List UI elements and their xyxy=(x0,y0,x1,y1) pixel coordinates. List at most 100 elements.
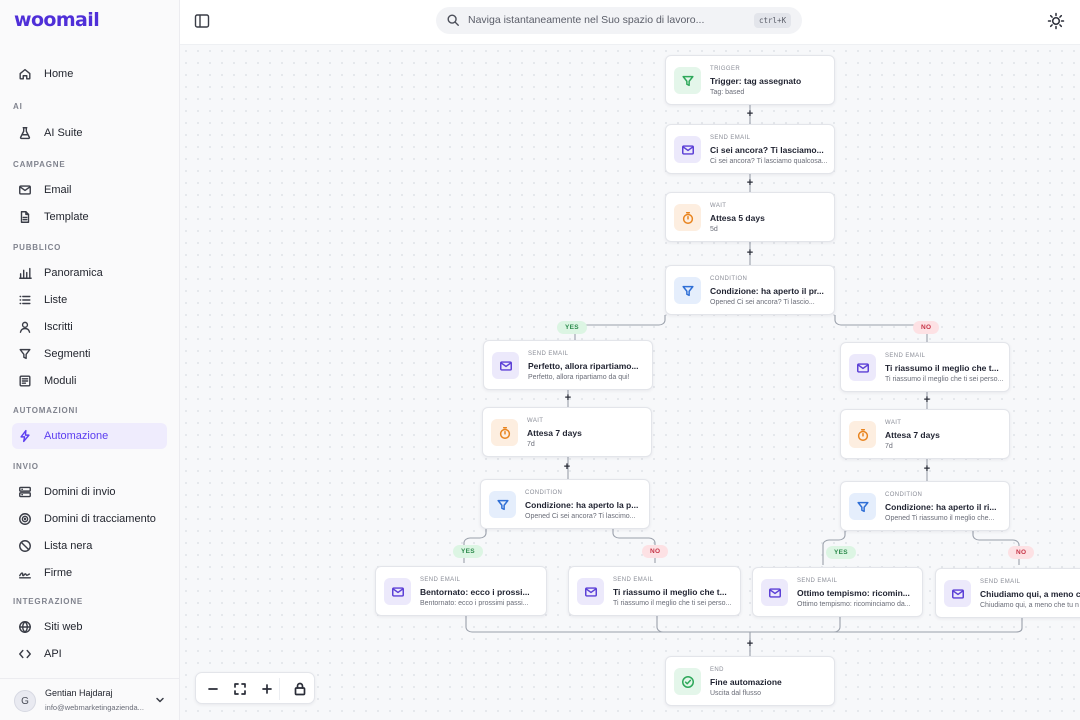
bar-chart-icon xyxy=(18,266,32,280)
code-icon xyxy=(18,647,32,661)
sidebar-item-moduli[interactable]: Moduli xyxy=(12,368,167,394)
zoom-in-button[interactable] xyxy=(259,681,275,697)
sidebar-item-iscritti[interactable]: Iscritti xyxy=(12,314,167,340)
filter-icon xyxy=(18,347,32,361)
sidebar-item-ai-suite[interactable]: AI Suite xyxy=(12,120,167,146)
flow-node-wait[interactable]: WAIT Attesa 7 days 7d xyxy=(482,407,652,457)
add-step-button[interactable]: + xyxy=(562,462,572,473)
flow-node-send-email[interactable]: SEND EMAIL Ti riassumo il meglio che t..… xyxy=(568,566,741,616)
flow-node-send-email[interactable]: SEND EMAIL Ti riassumo il meglio che t..… xyxy=(840,342,1010,392)
avatar: G xyxy=(14,690,36,712)
sidebar: woomail Home AI AI Suite CAMPAGNE Email … xyxy=(0,0,180,720)
add-step-button[interactable]: + xyxy=(922,464,932,475)
plus-icon xyxy=(262,684,272,694)
mail-icon xyxy=(681,144,694,155)
node-title: Trigger: tag assegnato xyxy=(710,76,802,86)
search-input[interactable] xyxy=(468,12,718,28)
section-label-automazioni: AUTOMAZIONI xyxy=(13,406,79,415)
node-type: SEND EMAIL xyxy=(797,578,838,584)
sidebar-item-lista-nera[interactable]: Lista nera xyxy=(12,533,167,559)
flow-node-send-email[interactable]: SEND EMAIL Ci sei ancora? Ti lasciamo...… xyxy=(665,124,835,174)
node-type: WAIT xyxy=(885,420,902,426)
node-type: CONDITION xyxy=(710,276,748,282)
node-icon xyxy=(944,580,971,607)
node-icon xyxy=(492,352,519,379)
section-label-integrazione: INTEGRAZIONE xyxy=(13,597,84,606)
node-type: SEND EMAIL xyxy=(980,579,1021,585)
node-icon xyxy=(489,491,516,518)
add-step-button[interactable]: + xyxy=(563,393,573,404)
flow-node-send-email[interactable]: SEND EMAIL Perfetto, allora ripartiamo..… xyxy=(483,340,653,390)
node-icon xyxy=(384,578,411,605)
add-step-button[interactable]: + xyxy=(745,109,755,120)
node-title: Condizione: ha aperto la p... xyxy=(525,500,639,510)
lock-icon xyxy=(294,682,306,696)
sun-icon[interactable] xyxy=(1047,12,1065,30)
sidebar-item-automazione[interactable]: Automazione xyxy=(12,423,167,449)
sidebar-item-template[interactable]: Template xyxy=(12,204,167,230)
app-logo[interactable]: woomail xyxy=(14,9,100,31)
flow-node-trigger[interactable]: TRIGGER Trigger: tag assegnato Tag: base… xyxy=(665,55,835,105)
node-subtitle: Uscita dal flusso xyxy=(710,690,761,697)
flow-node-end[interactable]: END Fine automazione Uscita dal flusso xyxy=(665,656,835,706)
document-icon xyxy=(18,210,32,224)
add-step-button[interactable]: + xyxy=(922,395,932,406)
add-step-button[interactable]: + xyxy=(745,178,755,189)
sidebar-item-email[interactable]: Email xyxy=(12,177,167,203)
fit-view-button[interactable] xyxy=(232,681,248,697)
lightning-icon xyxy=(18,429,32,443)
sidebar-toggle-icon[interactable] xyxy=(194,13,210,29)
sidebar-item-api[interactable]: API xyxy=(12,641,167,667)
search-icon xyxy=(447,14,459,26)
search-bar[interactable]: ctrl+K xyxy=(436,7,802,34)
flow-node-wait[interactable]: WAIT Attesa 7 days 7d xyxy=(840,409,1010,459)
sidebar-item-firme[interactable]: Firme xyxy=(12,560,167,586)
home-icon xyxy=(18,67,32,81)
sidebar-item-label: Siti web xyxy=(44,621,83,633)
automation-canvas[interactable]: TRIGGER Trigger: tag assegnato Tag: base… xyxy=(180,45,1080,720)
node-type: SEND EMAIL xyxy=(613,577,654,583)
flow-node-send-email[interactable]: SEND EMAIL Bentornato: ecco i prossi... … xyxy=(375,566,547,616)
node-title: Chiudiamo qui, a meno che xyxy=(980,589,1080,599)
sidebar-item-segmenti[interactable]: Segmenti xyxy=(12,341,167,367)
sidebar-item-siti-web[interactable]: Siti web xyxy=(12,614,167,640)
zoom-out-button[interactable] xyxy=(205,681,221,697)
flow-node-condition[interactable]: CONDITION Condizione: ha aperto il ri...… xyxy=(840,481,1010,531)
node-title: Ci sei ancora? Ti lasciamo... xyxy=(710,145,824,155)
node-icon xyxy=(849,493,876,520)
node-title: Fine automazione xyxy=(710,677,782,687)
chevron-down-icon[interactable] xyxy=(155,695,165,705)
sidebar-item-liste[interactable]: Liste xyxy=(12,287,167,313)
list-icon xyxy=(18,293,32,307)
user-menu[interactable]: G Gentian Hajdaraj info@webmarketingazie… xyxy=(0,678,180,720)
flow-node-wait[interactable]: WAIT Attesa 5 days 5d xyxy=(665,192,835,242)
sidebar-item-domini-invio[interactable]: Domini di invio xyxy=(12,479,167,505)
node-icon xyxy=(674,204,701,231)
user-icon xyxy=(18,320,32,334)
add-step-button[interactable]: + xyxy=(745,248,755,259)
sidebar-item-label: Automazione xyxy=(44,430,109,442)
sidebar-item-home[interactable]: Home xyxy=(12,61,167,87)
sidebar-item-label: AI Suite xyxy=(44,127,83,139)
flow-node-condition[interactable]: CONDITION Condizione: ha aperto la p... … xyxy=(480,479,650,529)
flow-node-condition[interactable]: CONDITION Condizione: ha aperto il pr...… xyxy=(665,265,835,315)
lock-button[interactable] xyxy=(292,681,308,697)
node-title: Ti riassumo il meglio che t... xyxy=(613,587,727,597)
topbar: ctrl+K xyxy=(180,0,1080,45)
sidebar-item-panoramica[interactable]: Panoramica xyxy=(12,260,167,286)
sidebar-item-label: Domini di invio xyxy=(44,486,116,498)
flow-node-send-email[interactable]: SEND EMAIL Ottimo tempismo: ricomin... O… xyxy=(752,567,923,617)
section-label-pubblico: PUBBLICO xyxy=(13,243,62,252)
flow-node-send-email[interactable]: SEND EMAIL Chiudiamo qui, a meno che Chi… xyxy=(935,568,1080,618)
branch-no-badge: NO xyxy=(642,545,669,558)
sidebar-item-domini-tracciamento[interactable]: Domini di tracciamento xyxy=(12,506,167,532)
node-type: END xyxy=(710,667,724,673)
add-step-button[interactable]: + xyxy=(745,639,755,650)
sidebar-item-label: Firme xyxy=(44,567,73,579)
node-icon xyxy=(761,579,788,606)
form-icon xyxy=(18,374,32,388)
mail-icon xyxy=(18,183,32,197)
node-subtitle: Opened Ti riassumo il meglio che... xyxy=(885,515,995,522)
node-title: Ottimo tempismo: ricomin... xyxy=(797,588,910,598)
node-subtitle: Bentornato: ecco i prossimi passi... xyxy=(420,600,529,607)
